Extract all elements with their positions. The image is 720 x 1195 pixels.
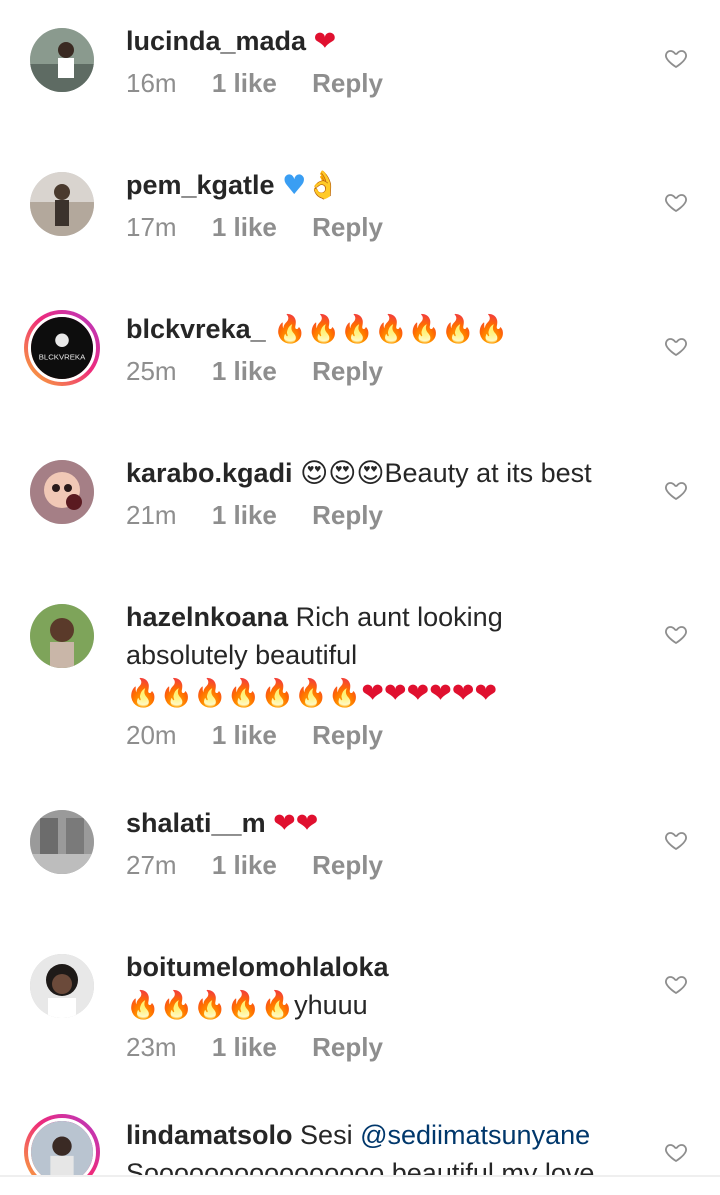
comment-body: Beauty at its best (384, 458, 592, 488)
avatar[interactable] (30, 810, 94, 874)
avatar-logo-text: BLCKVREKA (39, 353, 86, 362)
bottom-divider (0, 1175, 720, 1177)
username[interactable]: lucinda_mada (126, 26, 306, 56)
heart-icon[interactable] (664, 972, 688, 996)
reply-button[interactable]: Reply (312, 850, 383, 880)
like-count[interactable]: 1 like (212, 850, 277, 880)
like-count[interactable]: 1 like (212, 1032, 277, 1062)
avatar[interactable] (30, 954, 94, 1018)
reply-button[interactable]: Reply (312, 720, 383, 750)
heart-icon[interactable] (664, 334, 688, 358)
username[interactable]: pem_kgatle (126, 170, 275, 200)
username[interactable]: shalati__m (126, 808, 266, 838)
reply-button[interactable]: Reply (312, 68, 383, 98)
heart-icon[interactable] (664, 478, 688, 502)
timestamp: 25m (126, 356, 177, 386)
reply-button[interactable]: Reply (312, 500, 383, 530)
timestamp: 20m (126, 720, 177, 750)
emoji: 😍😍😍 (300, 458, 385, 489)
comment-body-line2: Soooooooooooooooo beautiful my love (126, 1158, 595, 1175)
heart-icon[interactable] (664, 622, 688, 646)
username[interactable]: hazelnkoana (126, 602, 288, 632)
emoji: ♥👌 (282, 170, 340, 201)
reply-button[interactable]: Reply (312, 356, 383, 386)
like-count[interactable]: 1 like (212, 500, 277, 530)
comment-body-line2: absolutely beautiful (126, 640, 358, 670)
comment-meta: 21m 1 like Reply (126, 495, 646, 535)
reply-button[interactable]: Reply (312, 212, 383, 242)
comment-meta: 20m 1 like Reply (126, 715, 646, 755)
timestamp: 16m (126, 68, 177, 98)
avatar[interactable] (30, 460, 94, 524)
heart-icon[interactable] (664, 828, 688, 852)
comment-item: lindamatsolo Sesi @sediimatsunyane Soooo… (0, 1114, 720, 1175)
like-count[interactable]: 1 like (212, 720, 277, 750)
comment-meta: 17m 1 like Reply (126, 207, 646, 247)
heart-icon[interactable] (664, 46, 688, 70)
emoji: ❤ (313, 26, 337, 57)
reply-button[interactable]: Reply (312, 1032, 383, 1062)
heart-icon[interactable] (664, 190, 688, 214)
emoji-fire: 🔥🔥🔥🔥🔥🔥🔥 (126, 678, 362, 709)
comment-meta: 23m 1 like Reply (126, 1027, 646, 1067)
comment-meta: 27m 1 like Reply (126, 845, 646, 885)
username[interactable]: boitumelomohlaloka (126, 952, 389, 982)
comment-body: Sesi (300, 1120, 353, 1150)
emoji-hearts: ❤❤❤❤❤❤ (361, 678, 498, 709)
username[interactable]: karabo.kgadi (126, 458, 293, 488)
emoji: 🔥🔥🔥🔥🔥 (126, 990, 295, 1021)
like-count[interactable]: 1 like (212, 68, 277, 98)
username[interactable]: blckvreka_ (126, 314, 266, 344)
timestamp: 21m (126, 500, 177, 530)
timestamp: 27m (126, 850, 177, 880)
comment-body: Rich aunt looking (295, 602, 503, 632)
comment-meta: 25m 1 like Reply (126, 351, 646, 391)
avatar[interactable] (30, 28, 94, 92)
timestamp: 23m (126, 1032, 177, 1062)
emoji: 🔥🔥🔥🔥🔥🔥🔥 (273, 314, 509, 345)
heart-icon[interactable] (664, 1140, 688, 1164)
avatar-story-ring[interactable]: BLCKVREKA (24, 310, 100, 386)
avatar[interactable] (30, 172, 94, 236)
comment-text: lucinda_mada ❤ (126, 22, 646, 61)
like-count[interactable]: 1 like (212, 212, 277, 242)
like-count[interactable]: 1 like (212, 356, 277, 386)
mention-link[interactable]: @sediimatsunyane (360, 1120, 590, 1150)
comment-body: yhuuu (294, 990, 368, 1020)
emoji: ❤❤ (273, 808, 319, 839)
username[interactable]: lindamatsolo (126, 1120, 293, 1150)
comment-meta: 16m 1 like Reply (126, 63, 646, 103)
avatar[interactable] (30, 604, 94, 668)
avatar-story-ring[interactable] (24, 1114, 100, 1175)
timestamp: 17m (126, 212, 177, 242)
